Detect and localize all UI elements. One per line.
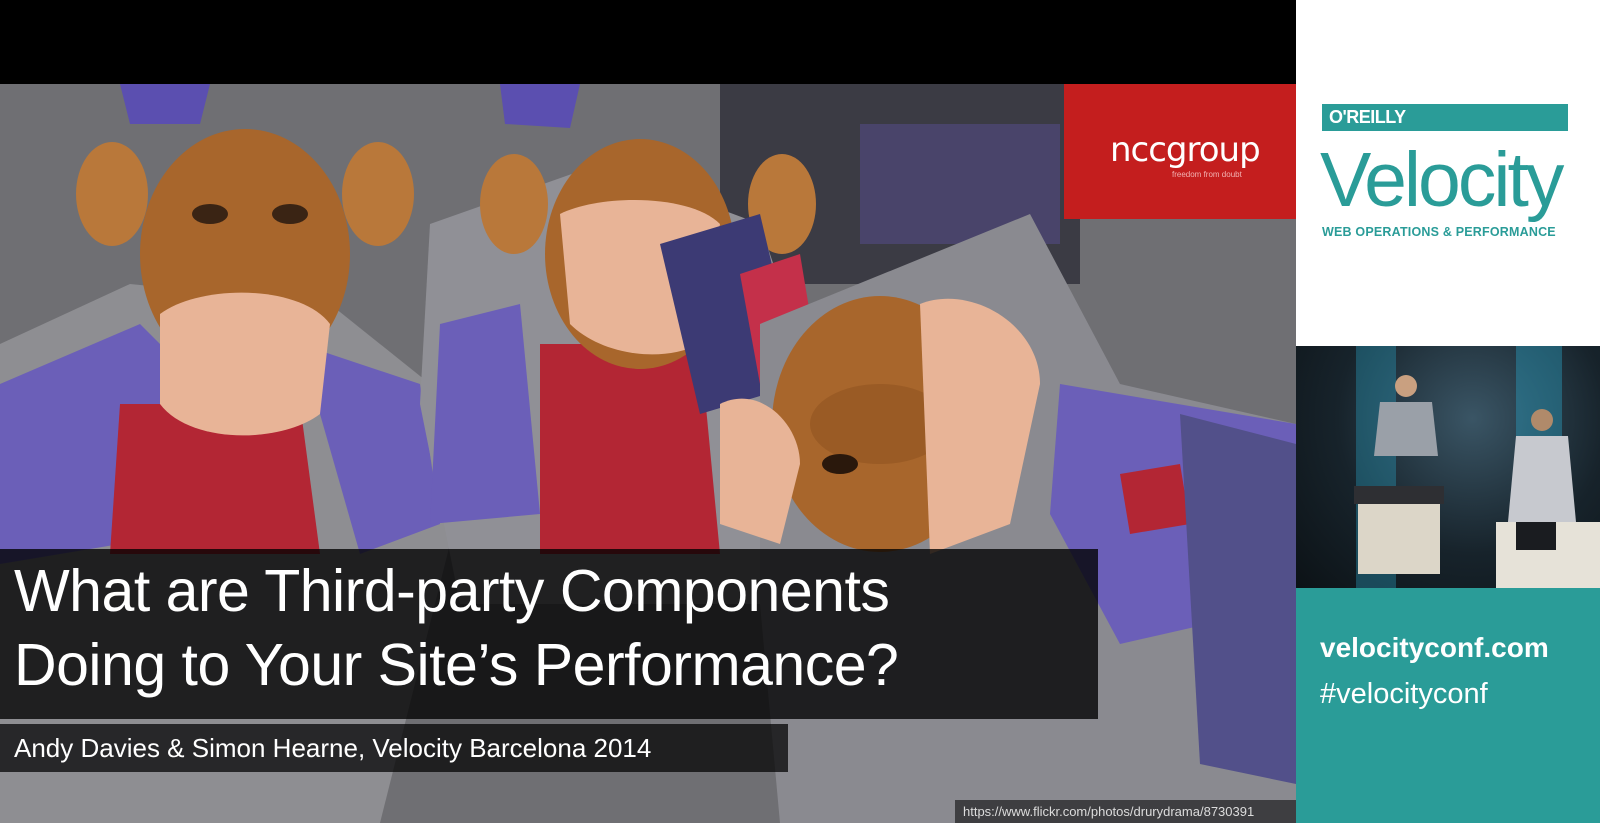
sponsor-name: nccgroup <box>1110 130 1261 170</box>
slide-title-line-2: Doing to Your Site’s Performance? <box>14 632 899 698</box>
sponsor-tagline: freedom from doubt <box>1172 170 1242 179</box>
publisher-name: O'REILLY <box>1329 107 1406 127</box>
conference-info-panel: velocityconf.com #velocityconf <box>1296 588 1600 823</box>
photo-credit-url: https://www.flickr.com/photos/drurydrama… <box>963 804 1255 819</box>
conference-brand-panel: O'REILLY Velocity WEB OPERATIONS & PERFO… <box>1296 0 1600 346</box>
stage-speakers-illustration <box>1354 346 1600 588</box>
slide-byline: Andy Davies & Simon Hearne, Velocity Bar… <box>14 733 652 763</box>
photo-credit: https://www.flickr.com/photos/drurydrama… <box>955 800 1296 823</box>
sponsor-logo: nccgroup freedom from doubt <box>1064 84 1296 219</box>
conference-sidebar: O'REILLY Velocity WEB OPERATIONS & PERFO… <box>1296 0 1600 823</box>
conference-tagline: WEB OPERATIONS & PERFORMANCE <box>1322 225 1556 239</box>
slide-title-line-1: What are Third-party Components <box>14 558 890 624</box>
conference-brand-name: Velocity <box>1320 137 1564 223</box>
speaker-stage-video <box>1296 346 1600 588</box>
conference-site-link[interactable]: velocityconf.com <box>1320 632 1549 664</box>
slide-byline-box: Andy Davies & Simon Hearne, Velocity Bar… <box>0 724 788 772</box>
slide-title-box: What are Third-party Components Doing to… <box>0 549 1098 719</box>
presentation-slide: nccgroup freedom from doubt What are Thi… <box>0 0 1296 823</box>
publisher-bar: O'REILLY <box>1322 104 1568 131</box>
conference-hashtag: #velocityconf <box>1320 678 1488 710</box>
